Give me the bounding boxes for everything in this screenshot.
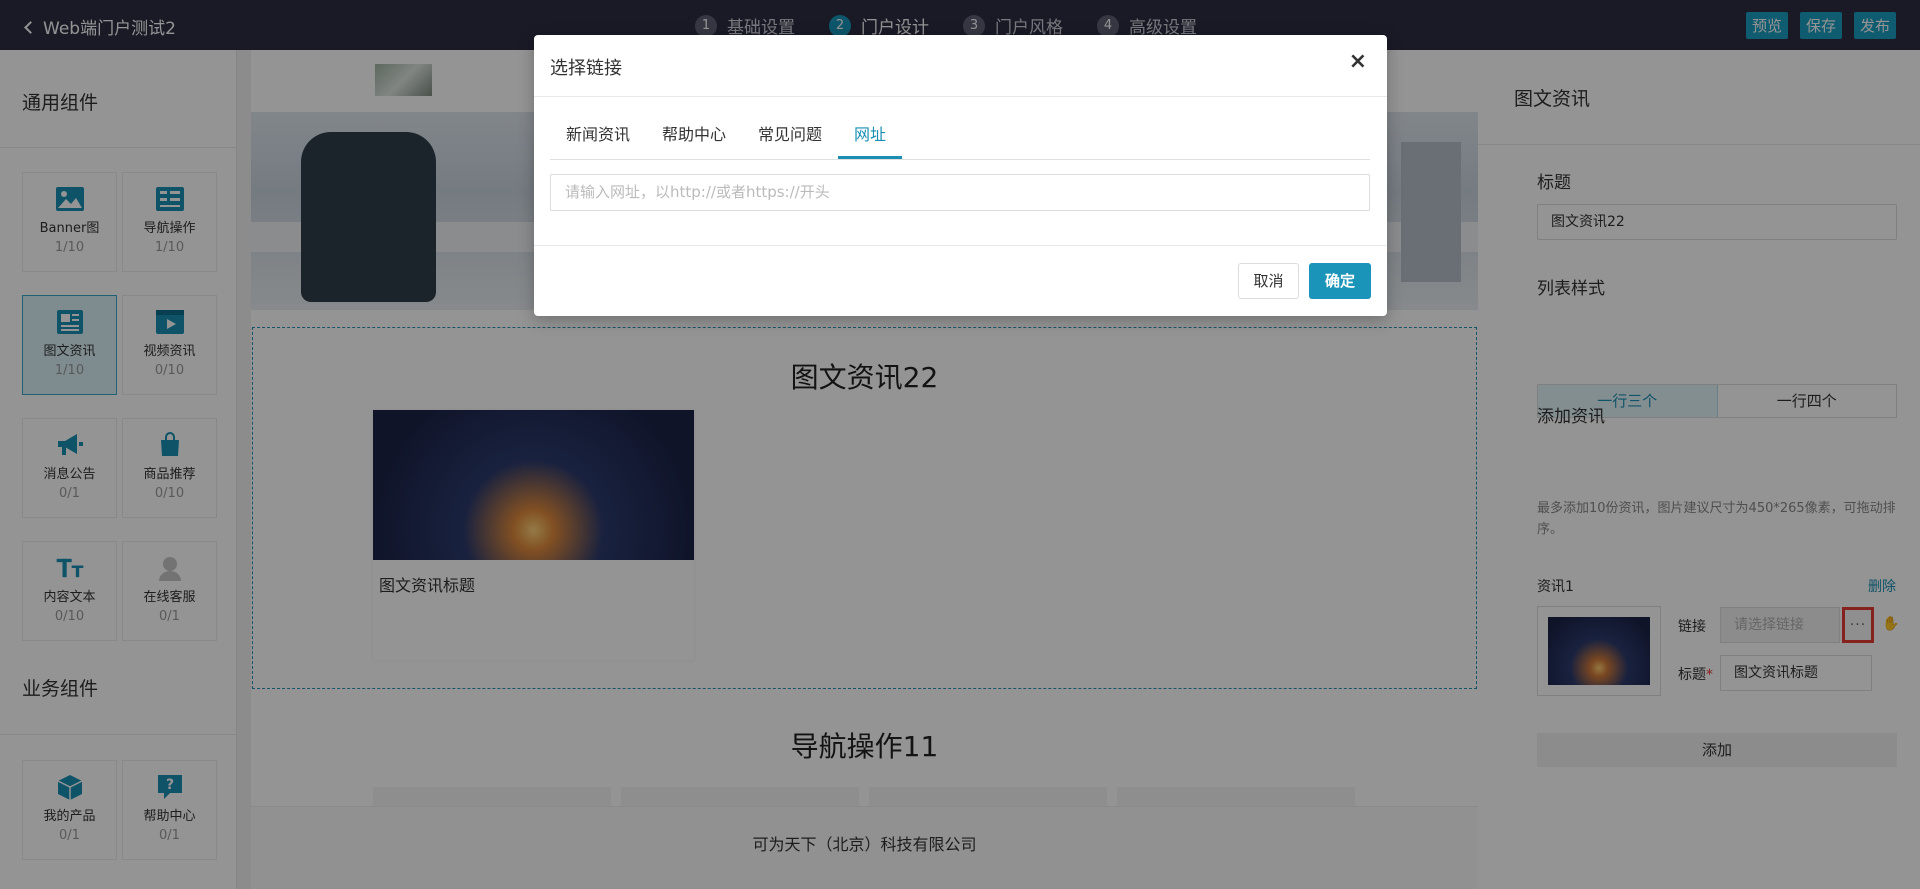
tab-news[interactable]: 新闻资讯 xyxy=(550,113,646,159)
cancel-button[interactable]: 取消 xyxy=(1238,263,1299,299)
link-type-tabs: 新闻资讯 帮助中心 常见问题 网址 xyxy=(550,113,1370,160)
confirm-button[interactable]: 确定 xyxy=(1309,263,1371,299)
tab-help-center[interactable]: 帮助中心 xyxy=(646,113,742,159)
dialog-header: 选择链接 × xyxy=(534,35,1387,97)
tab-faq[interactable]: 常见问题 xyxy=(742,113,838,159)
url-input[interactable]: 请输入网址，以http://或者https://开头 xyxy=(550,174,1370,211)
dialog-title: 选择链接 xyxy=(550,58,622,79)
select-link-dialog: 选择链接 × 新闻资讯 帮助中心 常见问题 网址 请输入网址，以http://或… xyxy=(534,35,1387,316)
dialog-footer: 取消 确定 xyxy=(534,245,1387,316)
tab-url[interactable]: 网址 xyxy=(838,113,903,159)
close-icon[interactable]: × xyxy=(1349,49,1367,74)
